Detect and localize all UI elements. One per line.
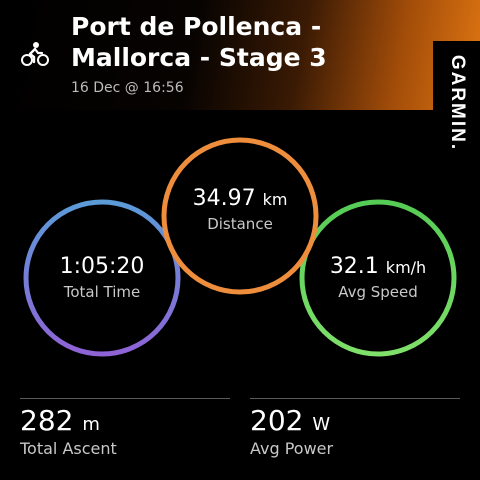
divider-left — [20, 398, 230, 399]
distance-value: 34.97 — [192, 186, 256, 211]
avg-power-unit: W — [312, 414, 331, 435]
total-time-label: Total Time — [63, 283, 141, 301]
avg-speed-unit: km/h — [385, 258, 427, 277]
divider-right — [250, 398, 460, 399]
avg-speed-value-row: 32.1 km/h — [298, 254, 458, 279]
distance-label: Distance — [207, 215, 273, 233]
total-time-value: 1:05:20 — [59, 254, 145, 279]
total-ascent-unit: m — [82, 414, 100, 435]
total-ascent-stat[interactable]: 282 m Total Ascent — [20, 404, 117, 458]
distance-value-row: 34.97 km — [160, 186, 320, 211]
total-ascent-value-row: 282 m — [20, 404, 117, 437]
distance-metric[interactable]: 34.97 km Distance — [160, 186, 320, 233]
avg-speed-metric[interactable]: 32.1 km/h Avg Speed — [298, 254, 458, 301]
total-time-metric[interactable]: 1:05:20 Total Time — [22, 254, 182, 301]
avg-power-stat[interactable]: 202 W Avg Power — [250, 404, 333, 458]
avg-power-label: Avg Power — [250, 439, 334, 458]
distance-unit: km — [262, 190, 288, 209]
avg-speed-value: 32.1 — [329, 254, 379, 279]
avg-power-value: 202 — [250, 404, 304, 437]
total-ascent-label: Total Ascent — [20, 439, 117, 458]
total-ascent-value: 282 — [20, 404, 74, 437]
avg-speed-label: Avg Speed — [338, 283, 418, 301]
avg-power-value-row: 202 W — [250, 404, 333, 437]
